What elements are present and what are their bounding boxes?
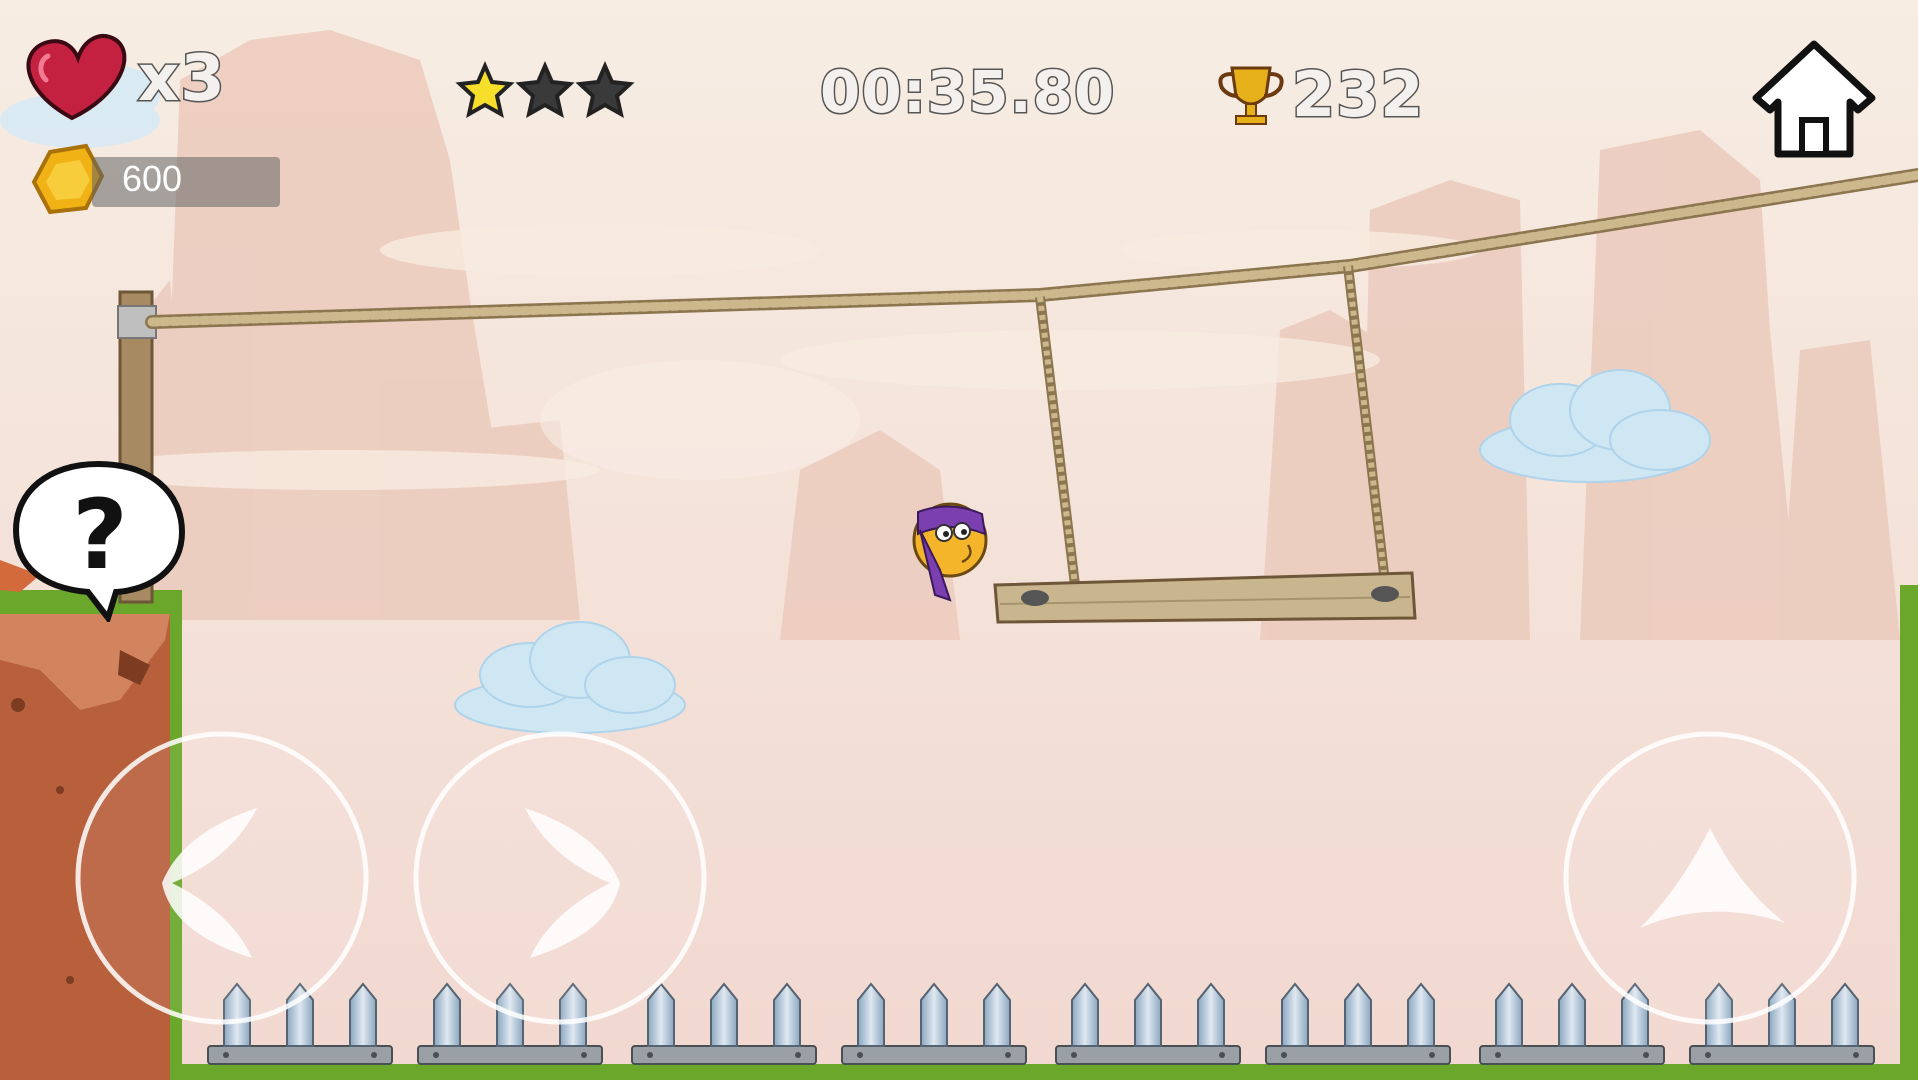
coin-count: 600 (122, 158, 183, 199)
level-timer: 00:35.80 (818, 57, 1116, 128)
sun-glow (540, 360, 860, 480)
move-right-button[interactable] (410, 728, 710, 1028)
jump-button[interactable] (1560, 728, 1860, 1028)
coin-counter-bar (92, 157, 280, 207)
move-left-button[interactable] (72, 728, 372, 1028)
right-cliff (1900, 585, 1918, 1080)
star-rating (455, 61, 635, 118)
svg-text:?: ? (72, 479, 128, 591)
ground-grass (182, 1064, 1902, 1080)
score-value: 232 (1290, 57, 1425, 133)
home-icon (1752, 40, 1876, 158)
question-bubble-icon: ? (12, 460, 186, 622)
lives-count: x3 (137, 41, 227, 118)
home-button[interactable] (1744, 36, 1884, 162)
help-button[interactable]: ? (10, 458, 186, 622)
